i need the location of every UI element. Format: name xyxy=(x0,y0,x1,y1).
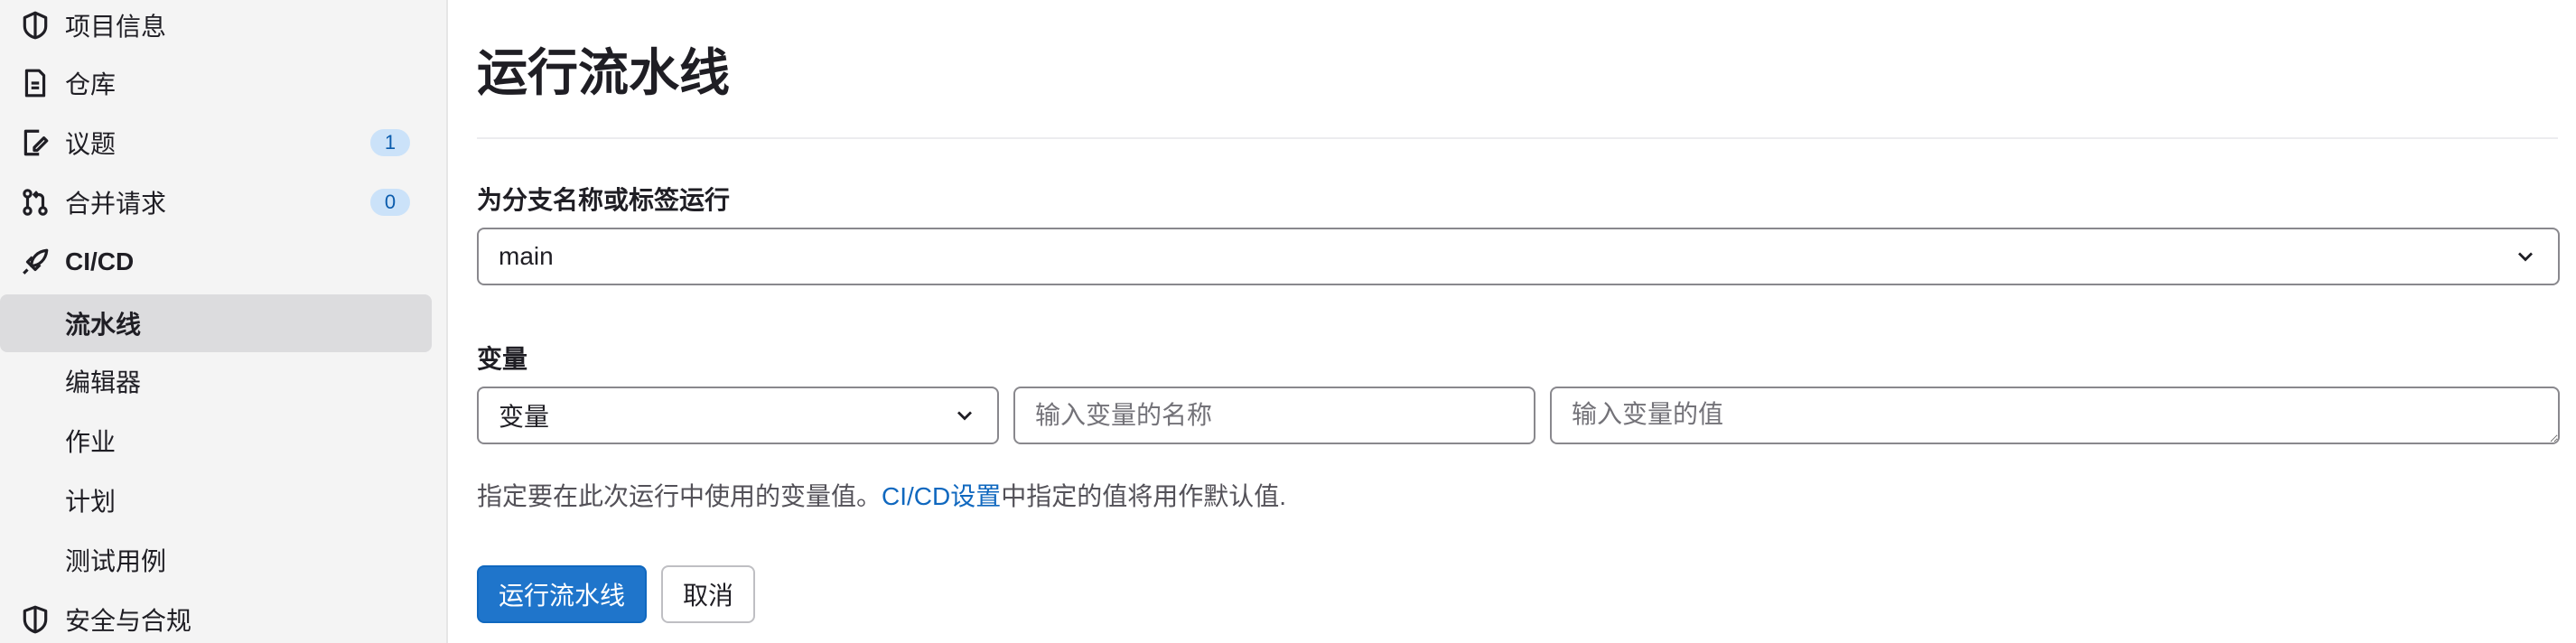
rocket-icon xyxy=(20,247,51,277)
sidebar-item-security-compliance[interactable]: 安全与合规 xyxy=(0,591,448,643)
run-pipeline-button[interactable]: 运行流水线 xyxy=(477,565,647,623)
variables-label: 变量 xyxy=(477,345,528,373)
variable-key-input[interactable] xyxy=(1013,387,1535,444)
sidebar: 项目信息 仓库 议题 1 合并请求 0 CI/CD 流水线 编辑器 作业 计划 … xyxy=(0,0,448,643)
sidebar-item-schedules[interactable]: 计划 xyxy=(0,471,448,529)
sidebar-item-ci-cd[interactable]: CI/CD xyxy=(0,233,448,291)
app: 项目信息 仓库 议题 1 合并请求 0 CI/CD 流水线 编辑器 作业 计划 … xyxy=(0,0,2576,643)
sidebar-item-label: 流水线 xyxy=(65,311,142,339)
ci-cd-settings-link[interactable]: CI/CD设置 xyxy=(882,482,1001,510)
variable-type-select[interactable]: 变量 xyxy=(477,387,999,444)
chevron-down-icon xyxy=(957,411,972,421)
sidebar-item-label: 编辑器 xyxy=(65,368,142,396)
sidebar-item-label: 项目信息 xyxy=(65,13,167,41)
issues-count-badge: 1 xyxy=(370,129,410,156)
sidebar-item-label: 议题 xyxy=(65,130,117,158)
sidebar-item-issues[interactable]: 议题 1 xyxy=(0,114,448,172)
chevron-down-icon xyxy=(2518,252,2533,262)
sidebar-item-label: 合并请求 xyxy=(65,190,167,218)
sidebar-item-label: 测试用例 xyxy=(65,547,167,575)
variable-value-input[interactable] xyxy=(1550,387,2560,444)
sidebar-item-label: 安全与合规 xyxy=(65,607,192,635)
sidebar-item-editor[interactable]: 编辑器 xyxy=(0,352,448,410)
issues-icon xyxy=(20,127,51,158)
title-divider xyxy=(477,137,2558,139)
merge-requests-count-badge: 0 xyxy=(370,189,410,216)
branch-select[interactable]: main xyxy=(477,228,2560,285)
branch-label: 为分支名称或标签运行 xyxy=(477,186,731,214)
sidebar-item-label: CI/CD xyxy=(65,247,135,275)
variables-help-text: 指定要在此次运行中使用的变量值。CI/CD设置中指定的值将用作默认值. xyxy=(477,477,1286,513)
project-info-icon xyxy=(20,10,51,41)
page-title: 运行流水线 xyxy=(477,44,730,101)
sidebar-item-jobs[interactable]: 作业 xyxy=(0,412,448,470)
sidebar-item-label: 作业 xyxy=(65,428,117,456)
shield-icon xyxy=(20,604,51,635)
sidebar-item-pipelines[interactable]: 流水线 xyxy=(0,294,448,352)
sidebar-item-repository[interactable]: 仓库 xyxy=(0,54,448,112)
branch-select-value: main xyxy=(499,242,554,270)
sidebar-item-project-info[interactable]: 项目信息 xyxy=(0,0,448,54)
repository-icon xyxy=(20,68,51,98)
variable-type-value: 变量 xyxy=(499,403,550,431)
help-text-after: 中指定的值将用作默认值. xyxy=(1001,482,1287,510)
cancel-button[interactable]: 取消 xyxy=(661,565,755,623)
merge-request-icon xyxy=(20,187,51,218)
main-content: 运行流水线 为分支名称或标签运行 main 变量 变量 指定要在此次运行中使用的… xyxy=(448,0,2576,643)
sidebar-item-merge-requests[interactable]: 合并请求 0 xyxy=(0,173,448,231)
sidebar-item-test-cases[interactable]: 测试用例 xyxy=(0,531,448,589)
help-text-before: 指定要在此次运行中使用的变量值。 xyxy=(477,482,882,510)
sidebar-item-label: 计划 xyxy=(65,488,117,516)
sidebar-item-label: 仓库 xyxy=(65,70,117,98)
